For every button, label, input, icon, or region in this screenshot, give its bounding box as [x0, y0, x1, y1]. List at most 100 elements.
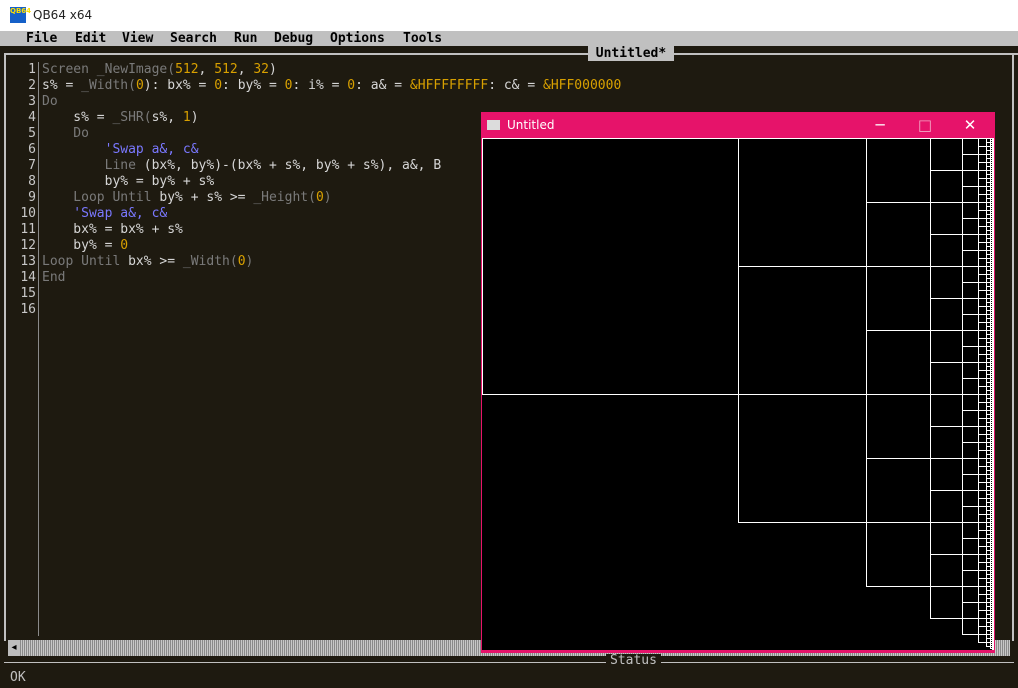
drawn-box [978, 474, 987, 483]
code-token: 0 [214, 78, 223, 93]
drawn-box [986, 274, 991, 279]
drawn-box [986, 206, 991, 211]
drawn-box [986, 590, 991, 595]
drawn-box [962, 442, 979, 459]
code-token: _SHR( [112, 110, 152, 125]
drawn-box [978, 146, 987, 155]
code-line[interactable]: 12 by% = 0 [10, 238, 128, 254]
drawn-box [978, 346, 987, 355]
drawn-box [962, 538, 979, 555]
drawn-box [978, 434, 987, 443]
drawn-box [978, 314, 987, 323]
code-token: 0 [135, 78, 144, 93]
window-title: QB64 x64 [33, 8, 93, 22]
code-line[interactable]: 13 Loop Until bx% >= _Width(0) [10, 254, 253, 270]
drawn-box [978, 378, 987, 387]
drawn-box [986, 550, 991, 555]
drawn-box [962, 490, 979, 507]
menu-search[interactable]: Search [170, 31, 217, 46]
drawn-box [962, 250, 979, 267]
drawn-box [986, 466, 991, 471]
code-token: , [198, 62, 215, 77]
drawn-box [986, 574, 991, 579]
drawn-box [986, 554, 991, 559]
maximize-button[interactable]: □ [902, 112, 948, 138]
drawn-box [866, 330, 931, 395]
code-token: End [42, 270, 66, 285]
drawn-box [986, 618, 991, 623]
drawn-box [978, 530, 987, 539]
drawn-box [978, 578, 987, 587]
drawn-box [866, 202, 931, 267]
menu-run[interactable]: Run [234, 31, 257, 46]
code-line[interactable]: 4 s% = _SHR(s%, 1) [10, 110, 198, 126]
drawn-box [962, 186, 979, 203]
drawn-box [930, 426, 963, 459]
code-line[interactable]: 8 by% = by% + s% [10, 174, 214, 190]
drawn-box [978, 242, 987, 251]
drawn-box [978, 570, 987, 579]
drawn-box [978, 442, 987, 451]
drawn-box [978, 410, 987, 419]
menu-tools[interactable]: Tools [403, 31, 442, 46]
drawn-box [962, 266, 979, 283]
minimize-button[interactable]: ─ [857, 112, 903, 138]
code-token: , [237, 62, 254, 77]
drawn-box [986, 246, 991, 251]
close-button[interactable]: ✕ [947, 112, 993, 138]
code-token: 'Swap a&, c& [42, 206, 168, 221]
code-line[interactable]: 9 Loop Until by% + s% >= _Height(0) [10, 190, 331, 206]
drawn-box [986, 138, 991, 143]
drawn-box [978, 562, 987, 571]
code-line[interactable]: 2 s% = _Width(0): bx% = 0: by% = 0: i% = … [10, 78, 621, 94]
line-number: 10 [20, 206, 36, 221]
box-pattern-graphic [482, 138, 994, 650]
line-number: 8 [28, 174, 36, 189]
menu-view[interactable]: View [122, 31, 153, 46]
drawn-box [986, 222, 991, 227]
drawn-box [986, 226, 991, 231]
drawn-box [978, 202, 987, 211]
code-line[interactable]: 11 bx% = bx% + s% [10, 222, 183, 238]
code-token: 'Swap a&, c& [42, 142, 199, 157]
drawn-box [986, 542, 991, 547]
menu-edit[interactable]: Edit [75, 31, 106, 46]
drawn-box [978, 138, 987, 147]
editor-border-left [4, 53, 6, 641]
code-line[interactable]: 1 Screen _NewImage(512, 512, 32) [10, 62, 277, 78]
code-line[interactable]: 7 Line (bx%, by%)-(bx% + s%, by% + s%), … [10, 158, 441, 174]
code-line[interactable]: 10 'Swap a&, c& [10, 206, 167, 222]
scroll-left-icon[interactable]: ◂ [8, 640, 20, 656]
status-label: Status [606, 654, 661, 668]
drawn-box [978, 282, 987, 291]
menu-file[interactable]: File [26, 31, 57, 46]
code-line[interactable]: 3 Do [10, 94, 57, 110]
drawn-box [986, 182, 991, 187]
code-line[interactable]: 16 [10, 302, 42, 318]
drawn-box [986, 518, 991, 523]
code-line[interactable]: 6 'Swap a&, c& [10, 142, 199, 158]
drawn-box [986, 278, 991, 283]
menu-debug[interactable]: Debug [274, 31, 313, 46]
drawn-box [986, 318, 991, 323]
drawn-box [986, 202, 991, 207]
drawn-box [930, 234, 963, 267]
drawn-box [930, 362, 963, 395]
drawn-box [978, 626, 987, 635]
drawn-box [986, 210, 991, 215]
code-line[interactable]: 15 [10, 286, 42, 302]
drawn-box [986, 534, 991, 539]
drawn-box [986, 342, 991, 347]
drawn-box [986, 606, 991, 611]
output-window[interactable]: Untitled ─ □ ✕ [481, 112, 995, 653]
drawn-box [978, 194, 987, 203]
drawn-box [986, 582, 991, 587]
menu-options[interactable]: Options [330, 31, 385, 46]
drawn-box [986, 494, 991, 499]
drawn-box [986, 470, 991, 475]
code-line[interactable]: 14 End [10, 270, 65, 286]
drawn-box [986, 354, 991, 359]
code-token: 0 [237, 254, 246, 269]
code-token: &HFF000000 [543, 78, 622, 93]
code-line[interactable]: 5 Do [10, 126, 89, 142]
